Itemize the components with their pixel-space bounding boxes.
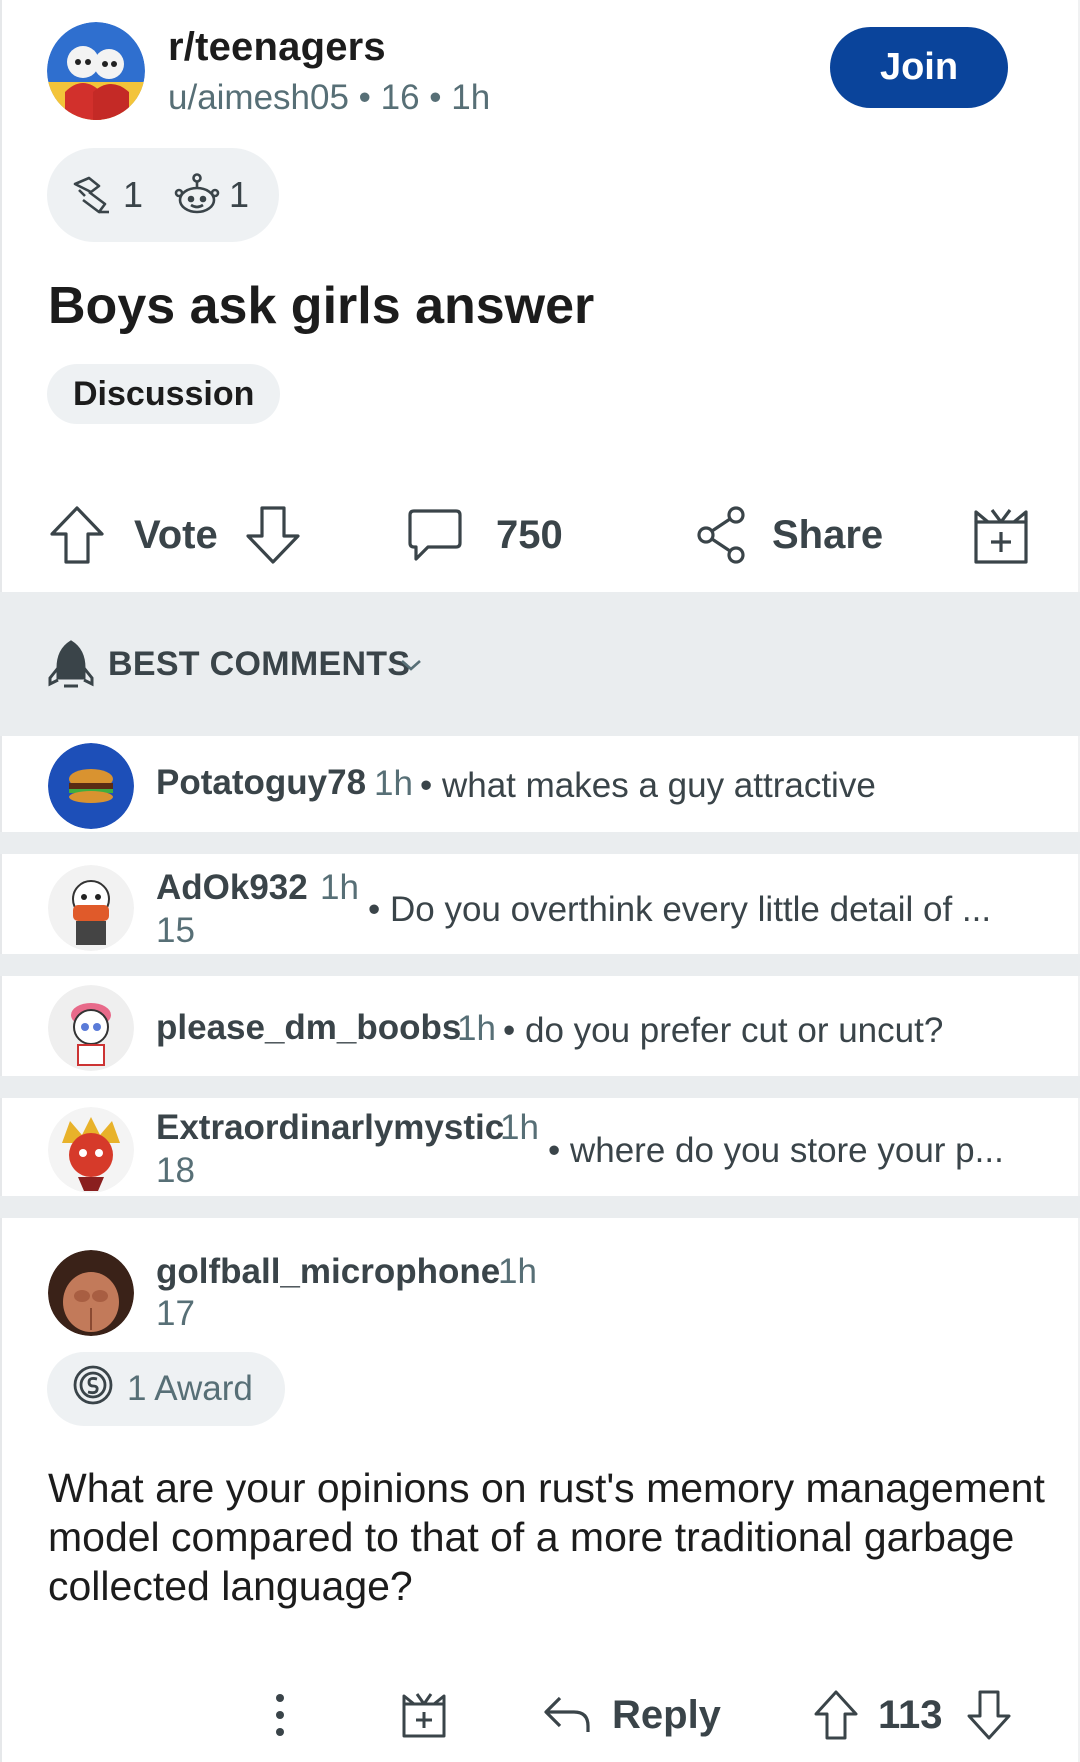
- comment-preview[interactable]: • Do you overthink every little detail o…: [368, 890, 991, 930]
- avatar[interactable]: [48, 1250, 134, 1336]
- comment-username[interactable]: Potatoguy78: [156, 763, 366, 803]
- vote-label: Vote: [134, 512, 218, 557]
- avatar[interactable]: [48, 743, 134, 829]
- share-label: Share: [772, 512, 884, 557]
- rocket-icon: [48, 638, 94, 695]
- share-button[interactable]: Share: [694, 500, 883, 570]
- comment-preview[interactable]: • where do you store your p...: [548, 1131, 1004, 1171]
- snoo-award-icon: [173, 172, 221, 218]
- comment-time: 1h: [320, 868, 359, 907]
- comments-button[interactable]: 750: [406, 500, 563, 570]
- comment-score: 17: [156, 1294, 195, 1333]
- gift-button[interactable]: [972, 500, 1030, 570]
- award-label: 1 Award: [127, 1369, 253, 1408]
- comment-award-pill[interactable]: 1 Award: [47, 1352, 285, 1426]
- downvote-icon[interactable]: [965, 1688, 1013, 1742]
- award-count-1: 1: [123, 174, 144, 215]
- comment-score: 15: [156, 911, 195, 950]
- vote-group: Vote: [48, 500, 302, 570]
- comment-time: 1h: [457, 1009, 496, 1048]
- comment-preview[interactable]: • what makes a guy attractive: [420, 766, 876, 806]
- avatar[interactable]: [48, 1107, 134, 1193]
- chevron-down-icon[interactable]: [398, 655, 424, 680]
- share-icon: [694, 505, 750, 565]
- reply-label: Reply: [612, 1692, 721, 1737]
- post-meta[interactable]: u/aimesh05 • 16 • 1h: [168, 78, 490, 118]
- gift-icon: [972, 504, 1030, 566]
- comment-username[interactable]: golfball_microphone: [156, 1252, 500, 1292]
- comment-username[interactable]: AdOk932: [156, 868, 308, 908]
- comment-divider: [0, 1196, 1080, 1218]
- downvote-icon[interactable]: [244, 504, 302, 566]
- comment-score: 18: [156, 1151, 195, 1190]
- award-count-2: 1: [229, 174, 250, 215]
- post-title[interactable]: Boys ask girls answer: [48, 276, 594, 336]
- post-flair[interactable]: Discussion: [47, 364, 281, 424]
- reply-icon: [542, 1692, 592, 1738]
- comment-divider: [0, 954, 1080, 976]
- comment-divider: [0, 832, 1080, 854]
- more-button[interactable]: [266, 1685, 294, 1745]
- reply-button[interactable]: Reply: [542, 1685, 721, 1745]
- gift-button[interactable]: [400, 1685, 448, 1745]
- post-awards[interactable]: 1 1: [47, 148, 279, 242]
- comment-vote-group: 113: [812, 1685, 1013, 1745]
- comment-time: 1h: [374, 764, 413, 803]
- more-icon: [266, 1690, 294, 1740]
- avatar[interactable]: [48, 865, 134, 951]
- comment-username[interactable]: Extraordinarlymystic: [156, 1108, 504, 1148]
- join-button[interactable]: Join: [830, 27, 1008, 108]
- gift-icon: [400, 1690, 448, 1740]
- comment-icon: [406, 505, 464, 565]
- upvote-icon[interactable]: [48, 504, 106, 566]
- page-edge-left: [0, 0, 2, 1762]
- silver-award-icon: [71, 1363, 115, 1416]
- comment-time: 1h: [498, 1252, 537, 1291]
- avatar[interactable]: [48, 985, 134, 1071]
- comment-body: What are your opinions on rust's memory …: [48, 1465, 1045, 1609]
- vote-count: 113: [878, 1692, 943, 1737]
- comment-preview[interactable]: • do you prefer cut or uncut?: [503, 1011, 943, 1051]
- comment-divider: [0, 1076, 1080, 1098]
- comment-count: 750: [496, 512, 563, 557]
- helpful-award-icon: [69, 172, 115, 218]
- subreddit-avatar[interactable]: [47, 22, 145, 120]
- comments-sort-label[interactable]: BEST COMMENTS: [108, 645, 410, 684]
- comment-time: 1h: [500, 1108, 539, 1147]
- upvote-icon[interactable]: [812, 1688, 860, 1742]
- comment-username[interactable]: please_dm_boobs: [156, 1008, 461, 1048]
- subreddit-name[interactable]: r/teenagers: [168, 25, 386, 70]
